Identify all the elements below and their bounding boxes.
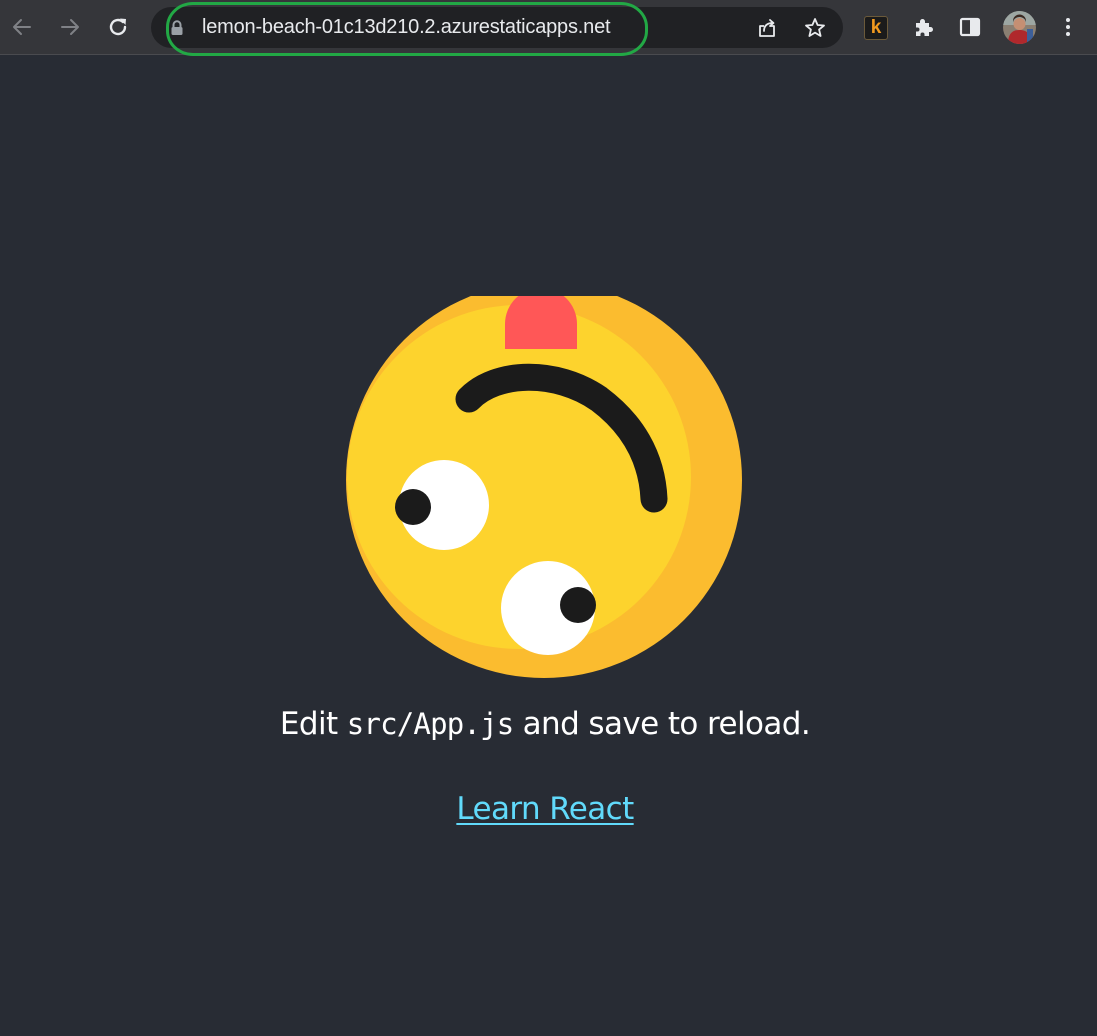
lock-icon[interactable] xyxy=(170,20,184,40)
reload-button[interactable] xyxy=(101,10,135,44)
side-panel-icon xyxy=(958,15,982,39)
star-icon[interactable] xyxy=(802,15,828,41)
puzzle-icon xyxy=(912,15,936,39)
side-panel-button[interactable] xyxy=(953,10,987,44)
learn-react-link-container: Learn React xyxy=(0,791,1090,827)
app-js-code: src/App.js xyxy=(346,707,514,741)
arrow-right-icon xyxy=(58,15,82,39)
learn-react-link[interactable]: Learn React xyxy=(456,791,634,827)
profile-avatar[interactable] xyxy=(1003,11,1036,44)
back-button[interactable] xyxy=(5,10,39,44)
extension-k-icon[interactable]: k xyxy=(864,16,888,40)
url-text[interactable]: lemon-beach-01c13d210.2.azurestaticapps.… xyxy=(202,7,611,48)
upside-down-face-emoji-logo xyxy=(341,282,751,680)
arrow-left-icon xyxy=(10,15,34,39)
extensions-button[interactable] xyxy=(907,10,941,44)
edit-prefix-text: Edit xyxy=(279,706,347,742)
browser-menu-button[interactable] xyxy=(1051,10,1085,44)
forward-button[interactable] xyxy=(53,10,87,44)
page-content: Edit src/App.js and save to reload. Lear… xyxy=(0,56,1097,1036)
share-icon[interactable] xyxy=(754,15,780,41)
browser-toolbar: lemon-beach-01c13d210.2.azurestaticapps.… xyxy=(0,0,1097,56)
edit-instructions: Edit src/App.js and save to reload. xyxy=(0,706,1090,742)
address-bar[interactable]: lemon-beach-01c13d210.2.azurestaticapps.… xyxy=(151,7,843,48)
edit-suffix-text: and save to reload. xyxy=(513,706,811,742)
reload-icon xyxy=(106,15,130,39)
kebab-menu-icon xyxy=(1056,15,1080,39)
